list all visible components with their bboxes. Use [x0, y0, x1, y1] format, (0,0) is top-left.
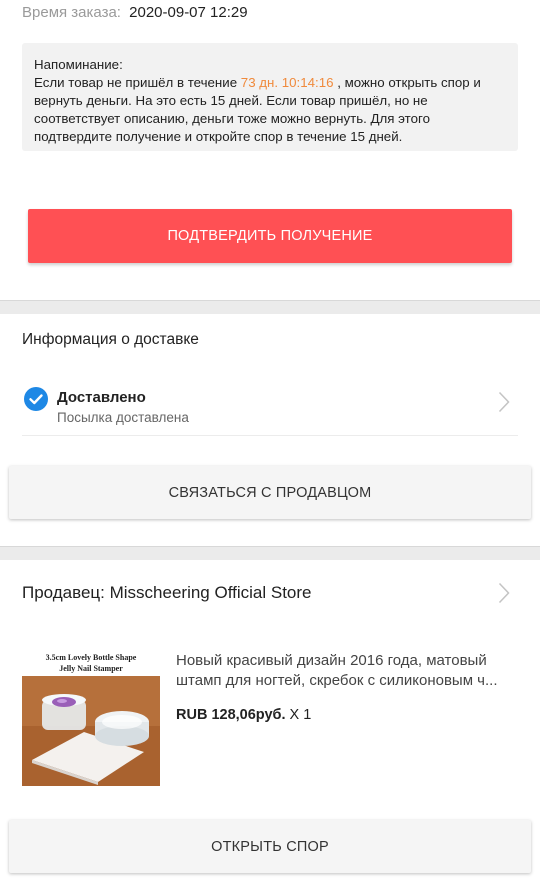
- chevron-right-icon[interactable]: [498, 582, 510, 604]
- section-divider: [0, 300, 540, 314]
- product-image[interactable]: 3.5cm Lovely Bottle Shape Jelly Nail Sta…: [22, 648, 160, 786]
- seller-name[interactable]: Продавец: Misscheering Official Store: [22, 583, 311, 603]
- delivery-status-detail: Посылка доставлена: [57, 410, 189, 425]
- product-title-line1: Новый красивый дизайн 2016 года, матовый: [176, 652, 487, 669]
- product-title[interactable]: Новый красивый дизайн 2016 года, матовый…: [176, 651, 522, 691]
- product-quantity: X 1: [289, 707, 312, 723]
- protection-countdown: 73 дн. 10:14:16: [240, 75, 334, 90]
- reminder-title: Напоминание:: [34, 57, 123, 72]
- product-title-line2: штамп для ногтей, скребок с силиконовым …: [176, 672, 498, 689]
- contact-seller-button[interactable]: СВЯЗАТЬСЯ С ПРОДАВЦОМ: [9, 466, 531, 519]
- delivery-info-title: Информация о доставке: [22, 331, 199, 348]
- product-price-row: RUB 128,06руб. X 1: [176, 707, 311, 723]
- chevron-right-icon: [498, 391, 510, 413]
- reminder-text-before: Если товар не пришёл в течение: [34, 75, 241, 90]
- image-caption-line1: 3.5cm Lovely Bottle Shape: [46, 653, 137, 662]
- check-circle-icon: [24, 387, 48, 411]
- product-photo: 3.5cm Lovely Bottle Shape Jelly Nail Sta…: [22, 648, 160, 786]
- reminder-text: Если товар не пришёл в течение 73 дн. 10…: [34, 74, 506, 146]
- order-time-label: Время заказа:: [22, 4, 121, 21]
- product-price: RUB 128,06руб.: [176, 707, 286, 723]
- confirm-receipt-button[interactable]: ПОДТВЕРДИТЬ ПОЛУЧЕНИЕ: [28, 209, 512, 263]
- delivery-status-row[interactable]: Доставлено Посылка доставлена: [22, 378, 518, 436]
- delivery-status: Доставлено: [57, 389, 146, 406]
- order-time: Время заказа: 2020-09-07 12:29: [22, 4, 248, 22]
- image-caption-line2: Jelly Nail Stamper: [59, 664, 123, 673]
- reminder-box: Напоминание: Если товар не пришёл в тече…: [22, 43, 518, 151]
- order-time-value: 2020-09-07 12:29: [129, 4, 248, 21]
- section-divider: [0, 546, 540, 560]
- open-dispute-button[interactable]: ОТКРЫТЬ СПОР: [9, 820, 531, 873]
